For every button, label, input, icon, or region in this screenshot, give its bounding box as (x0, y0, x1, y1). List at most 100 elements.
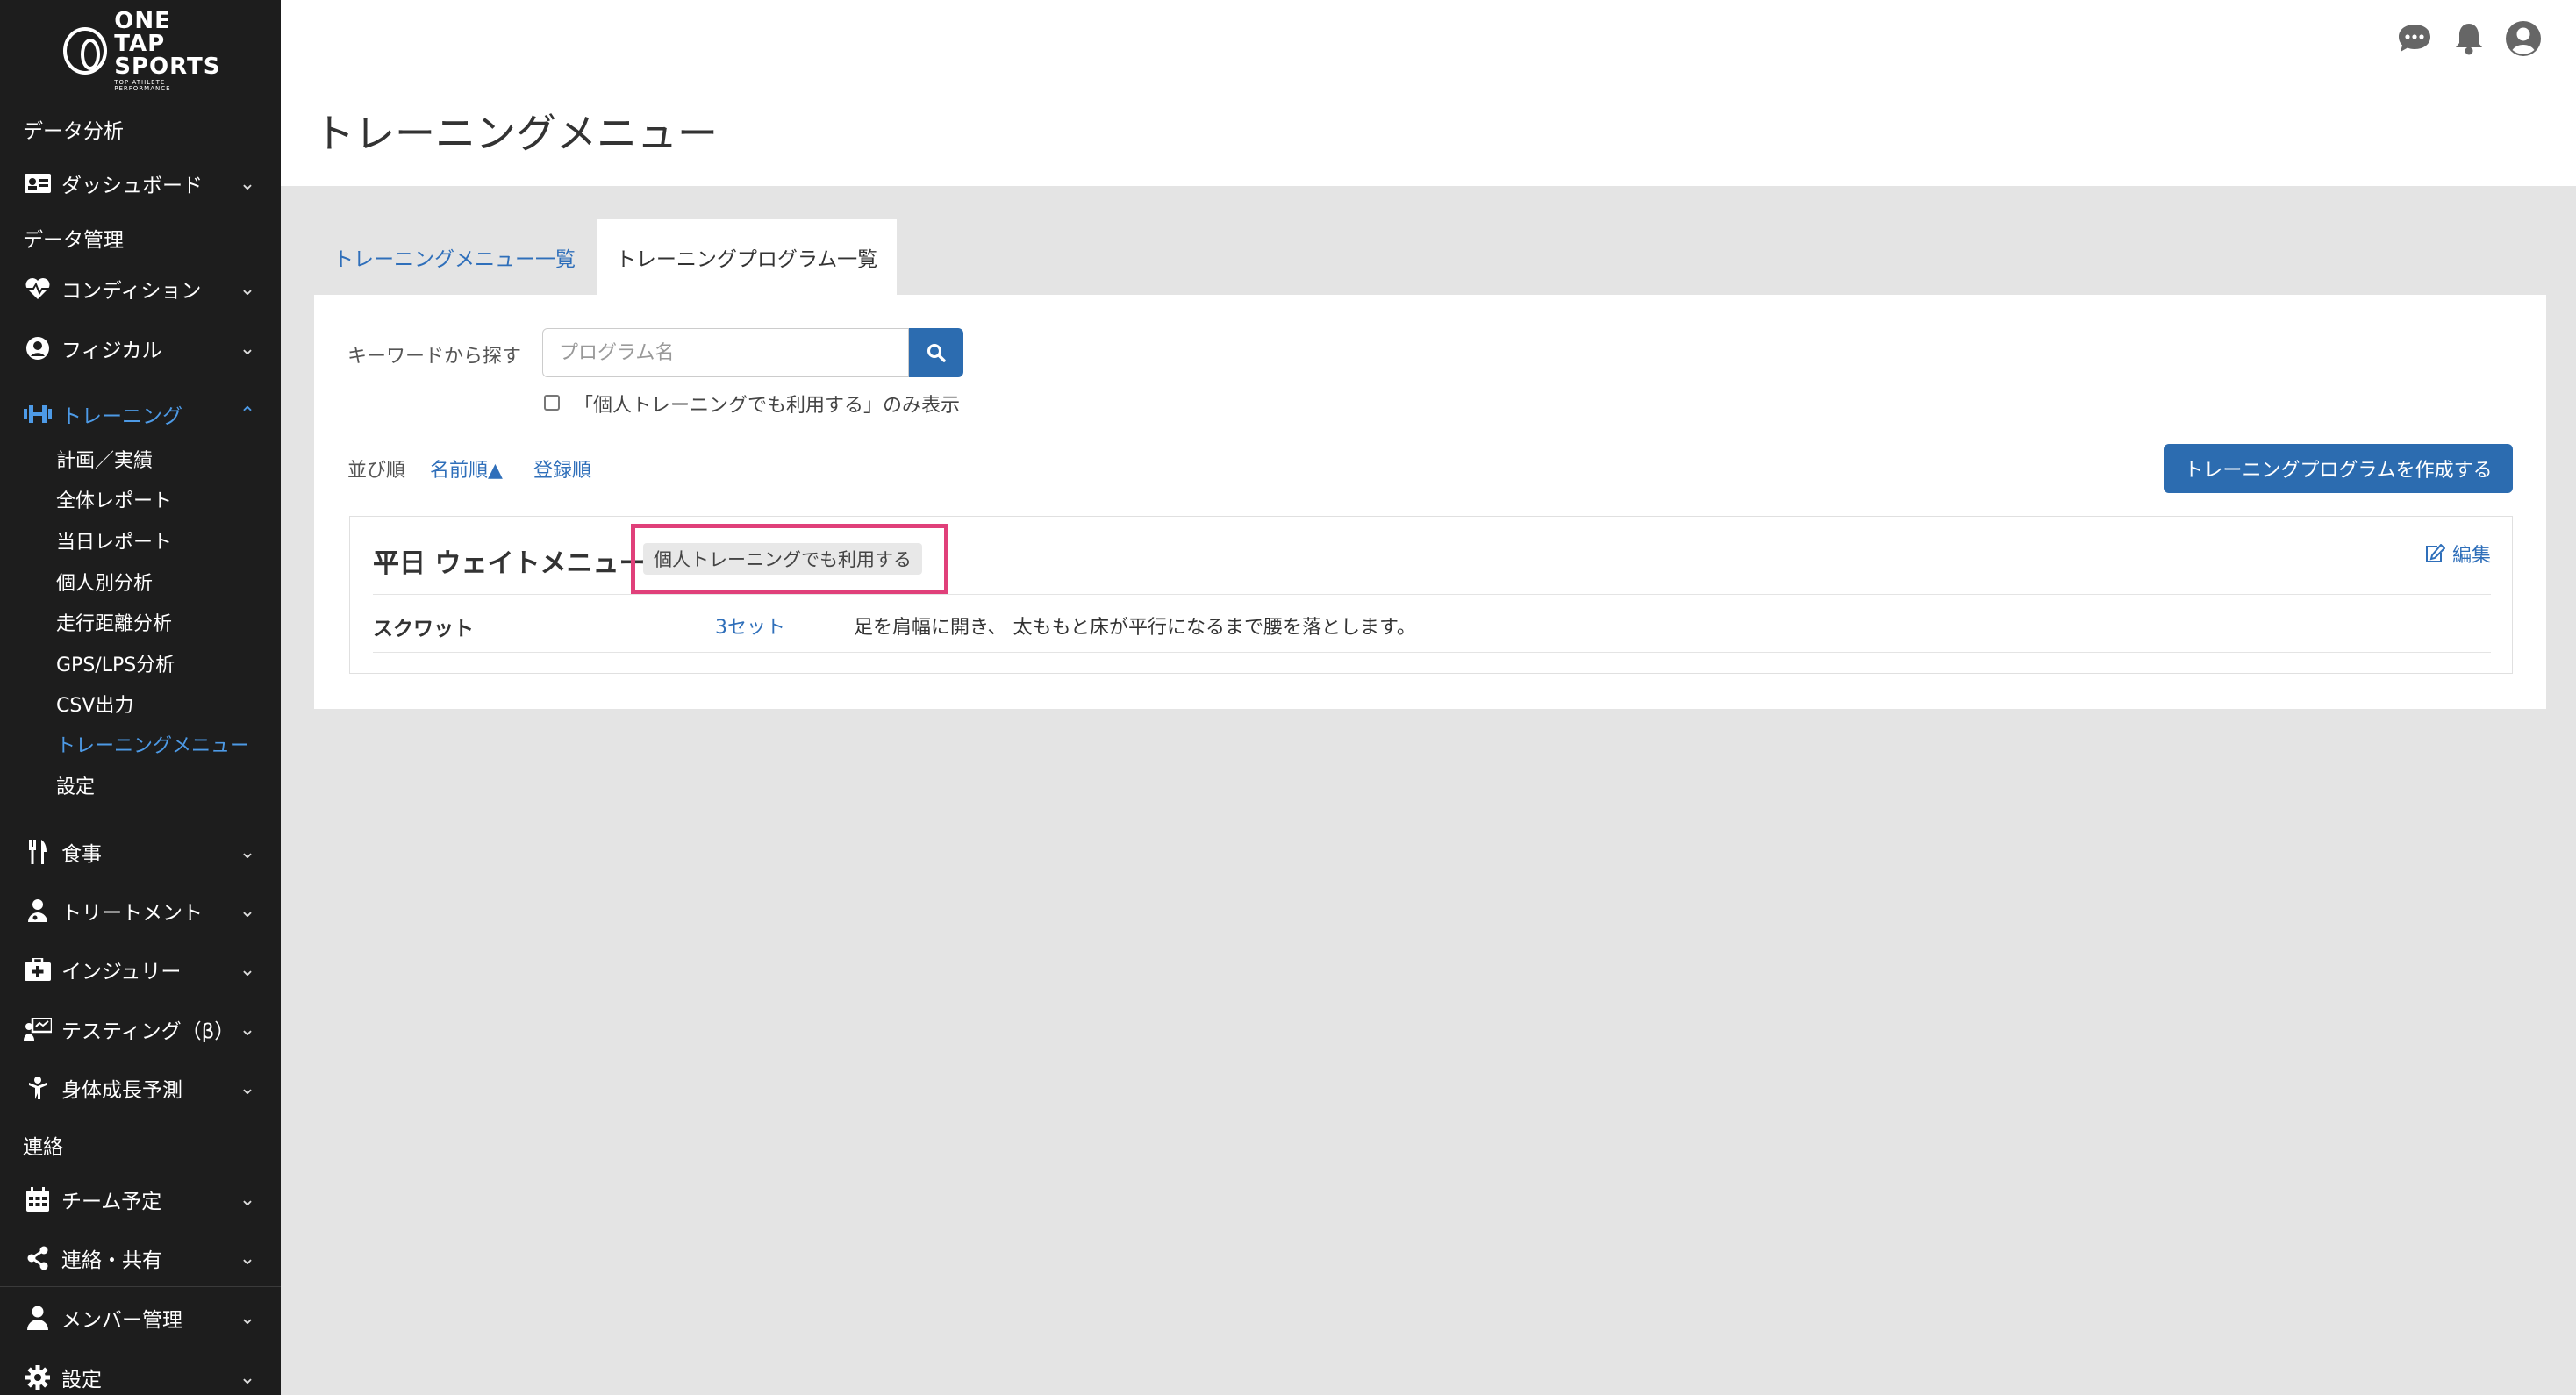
app-logo[interactable]: ONE TAP SPORTS TOP ATHLETE PERFORMANCE (63, 10, 221, 92)
sidebar-item-label: 設定 (61, 1369, 102, 1391)
sidebar-item-label: コンディション (61, 280, 202, 303)
sidebar-item-member-management[interactable]: メンバー管理 ⌄ (0, 1293, 281, 1342)
sidebar-item-contact-share[interactable]: 連絡・共有 ⌄ (0, 1234, 281, 1283)
sort-label: 並び順 (347, 460, 406, 482)
sidebar-subitem-plan[interactable]: 計画／実績 (56, 445, 153, 473)
sidebar-item-team-schedule[interactable]: チーム予定 ⌄ (0, 1175, 281, 1224)
program-title: 平日 ウェイトメニュー (373, 548, 646, 579)
page-title: トレーニングメニュー (314, 110, 718, 157)
program-list-panel: キーワードから探す 「個人トレーニングでも利用する」のみ表示 並び順 名前順▲ … (314, 295, 2546, 709)
logo-tagline: TOP ATHLETE PERFORMANCE (114, 79, 171, 92)
sidebar-item-dashboard[interactable]: ダッシュボード ⌄ (0, 159, 281, 208)
sidebar-item-condition[interactable]: コンディション ⌄ (0, 264, 281, 313)
chevron-down-icon: ⌄ (239, 958, 256, 981)
section-data-analysis: データ分析 (23, 120, 124, 143)
chevron-down-icon: ⌄ (239, 1366, 256, 1389)
exercise-name: スクワット (373, 618, 474, 640)
sidebar-item-label: インジュリー (61, 961, 182, 984)
id-card-icon (23, 170, 53, 197)
exercise-description: 足を肩幅に開き、 太ももと床が平行になるまで腰を落とします。 (854, 617, 1416, 639)
sidebar-item-meal[interactable]: 食事 ⌄ (0, 827, 281, 876)
chevron-down-icon: ⌄ (239, 277, 256, 300)
chevron-down-icon: ⌄ (239, 1247, 256, 1270)
edit-program-link[interactable]: 編集 (2424, 540, 2491, 568)
create-program-button[interactable]: トレーニングプログラムを作成する (2164, 444, 2513, 493)
sidebar-subitem-gps-analysis[interactable]: GPS/LPS分析 (56, 649, 175, 677)
sidebar-item-label: 食事 (61, 843, 102, 866)
sidebar-item-label: テスティング（β） (61, 1020, 235, 1043)
sidebar-subitem-training-menu[interactable]: トレーニングメニュー (56, 730, 249, 758)
sidebar-item-settings[interactable]: 設定 ⌄ (0, 1353, 281, 1395)
card-separator (373, 594, 2491, 595)
top-bar (281, 0, 2576, 82)
sidebar-subitem-csv-export[interactable]: CSV出力 (56, 690, 133, 718)
sidebar-subitem-distance-analysis[interactable]: 走行距離分析 (56, 608, 172, 636)
user-icon (23, 1305, 53, 1331)
chevron-down-icon: ⌄ (239, 1018, 256, 1041)
sidebar-item-label: チーム予定 (61, 1191, 162, 1213)
personal-training-badge: 個人トレーニングでも利用する (643, 543, 922, 575)
personal-training-filter-label: 「個人トレーニングでも利用する」のみ表示 (574, 395, 961, 417)
chat-icon[interactable] (2395, 19, 2434, 58)
search-input[interactable] (542, 328, 909, 377)
personal-training-filter-checkbox[interactable] (544, 395, 560, 411)
sidebar-divider (0, 1286, 281, 1287)
user-medical-icon (23, 898, 53, 924)
chevron-down-icon: ⌄ (239, 1077, 256, 1099)
chevron-down-icon: ⌄ (239, 899, 256, 922)
sidebar-subitem-settings[interactable]: 設定 (56, 771, 95, 799)
sidebar-subitem-individual-analysis[interactable]: 個人別分析 (56, 568, 153, 596)
first-aid-icon (23, 956, 53, 983)
search-label: キーワードから探す (347, 346, 522, 368)
logo-mark-icon (63, 27, 108, 75)
utensils-icon (23, 839, 53, 865)
sidebar: ONE TAP SPORTS TOP ATHLETE PERFORMANCE デ… (0, 0, 281, 1395)
share-icon (23, 1245, 53, 1271)
search-button[interactable] (909, 328, 963, 377)
section-data-management: データ管理 (23, 229, 124, 252)
logo-line1: ONE TAP (114, 8, 171, 57)
edit-icon (2424, 544, 2445, 563)
sidebar-item-label: 身体成長予測 (61, 1079, 182, 1102)
gear-icon (23, 1364, 53, 1391)
sort-by-registered-link[interactable]: 登録順 (533, 454, 591, 483)
sidebar-item-label: メンバー管理 (61, 1309, 182, 1332)
sidebar-subitem-overall-report[interactable]: 全体レポート (56, 485, 172, 513)
sidebar-item-label: ダッシュボード (61, 175, 203, 197)
tab-training-menu-list[interactable]: トレーニングメニュー一覧 (314, 219, 595, 295)
section-contact: 連絡 (23, 1136, 63, 1159)
tab-training-program-list[interactable]: トレーニングプログラム一覧 (597, 219, 897, 295)
sort-by-name-link[interactable]: 名前順▲ (430, 454, 503, 483)
chevron-down-icon: ⌄ (239, 172, 256, 195)
sidebar-item-physical[interactable]: フィジカル ⌄ (0, 324, 281, 373)
account-avatar-icon[interactable] (2504, 19, 2543, 58)
sidebar-item-label: トリートメント (61, 902, 203, 925)
user-circle-icon (23, 335, 53, 361)
dumbbell-icon (23, 401, 53, 427)
program-card: 平日 ウェイトメニュー 個人トレーニングでも利用する 編集 スクワット 3セット… (349, 516, 2513, 674)
logo-line2: SPORTS (114, 54, 221, 80)
chevron-down-icon: ⌄ (239, 337, 256, 360)
bell-icon[interactable] (2450, 19, 2488, 58)
sidebar-item-injury[interactable]: インジュリー ⌄ (0, 945, 281, 994)
search-icon (927, 344, 946, 362)
exercise-sets-link[interactable]: 3セット (715, 612, 785, 640)
sidebar-item-label: 連絡・共有 (61, 1249, 162, 1272)
presentation-icon (23, 1016, 53, 1042)
sidebar-item-label: フィジカル (61, 340, 162, 362)
sidebar-subitem-daily-report[interactable]: 当日レポート (56, 526, 172, 554)
chevron-down-icon: ⌄ (239, 1306, 256, 1329)
heart-pulse-icon (23, 275, 53, 302)
chevron-down-icon: ⌄ (239, 1188, 256, 1211)
calendar-icon (23, 1186, 53, 1213)
sidebar-item-growth[interactable]: 身体成長予測 ⌄ (0, 1063, 281, 1112)
chevron-up-icon: ⌃ (239, 403, 256, 426)
child-growth-icon (23, 1075, 53, 1101)
sidebar-item-training[interactable]: トレーニング ⌃ (0, 390, 281, 439)
sidebar-item-testing[interactable]: テスティング（β） ⌄ (0, 1005, 281, 1054)
sidebar-item-label: トレーニング (61, 405, 182, 428)
chevron-down-icon: ⌄ (239, 841, 256, 863)
sidebar-item-treatment[interactable]: トリートメント ⌄ (0, 886, 281, 935)
page-header: トレーニングメニュー (281, 82, 2576, 186)
card-row-divider (373, 652, 2491, 653)
